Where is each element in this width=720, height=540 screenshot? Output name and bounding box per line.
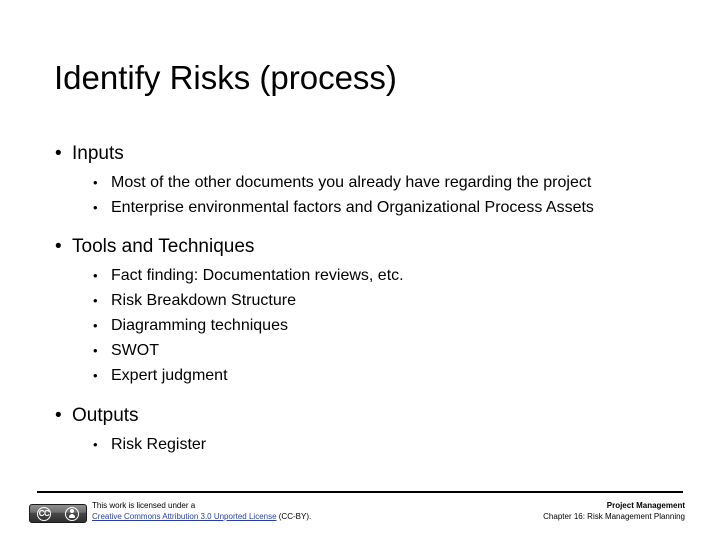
sublist-inputs: • Most of the other documents you alread… [0,170,720,220]
footer-course-info: Project Management Chapter 16: Risk Mana… [543,500,685,522]
bullet-marker-icon: • [93,175,98,190]
outline-body: • Inputs • Most of the other documents y… [0,140,720,457]
creative-commons-badge-icon[interactable]: CC [29,504,87,523]
footer-chapter-title: Chapter 16: Risk Management Planning [543,512,685,521]
bullet-level1-tools-and-techniques[interactable]: • Tools and Techniques [0,233,720,260]
outline-section-outputs: • Outputs • Risk Register [0,402,720,457]
bullet-marker-icon: • [93,437,98,452]
bullet-marker-icon: • [93,318,98,333]
bullet-level1-inputs[interactable]: • Inputs [0,140,720,167]
license-line-1: This work is licensed under a [92,501,196,510]
sublist-outputs: • Risk Register [0,432,720,457]
bullet-marker-icon: • [93,343,98,358]
bullet-level2-label: Fact finding: Documentation reviews, etc… [111,267,404,284]
cc-by-person-head [70,509,74,514]
license-notice: This work is licensed under a Creative C… [92,501,311,522]
bullet-level2-item[interactable]: • Enterprise environmental factors and O… [0,195,720,220]
bullet-level2-item[interactable]: • SWOT [0,338,720,363]
cc-by-person-torso [69,513,75,519]
bullet-marker-icon: • [55,143,62,164]
bullet-level1-label: Outputs [72,405,139,426]
footer-divider [37,491,683,493]
license-line-2: Creative Commons Attribution 3.0 Unporte… [92,512,311,523]
footer-course-title: Project Management [606,501,685,510]
bullet-marker-icon: • [55,236,62,257]
page-title: Identify Risks (process) [54,59,397,96]
bullet-level2-label: Risk Register [111,436,207,453]
bullet-level2-label: Risk Breakdown Structure [111,292,296,309]
outline-section-tools-and-techniques: • Tools and Techniques • Fact finding: D… [0,233,720,388]
license-suffix: (CC-BY). [276,511,312,521]
bullet-level2-item[interactable]: • Fact finding: Documentation reviews, e… [0,263,720,288]
bullet-level2-item[interactable]: • Risk Register [0,432,720,457]
bullet-marker-icon: • [93,268,98,283]
bullet-marker-icon: • [93,293,98,308]
slide: Identify Risks (process) • Inputs • Most… [0,0,720,540]
bullet-level2-label: Diagramming techniques [111,317,288,334]
creative-commons-license-link[interactable]: Creative Commons Attribution 3.0 Unporte… [92,512,277,521]
bullet-level2-label: Most of the other documents you already … [111,174,592,191]
bullet-level1-label: Inputs [72,143,124,164]
bullet-marker-icon: • [93,200,98,215]
cc-by-person-icon [65,506,79,521]
bullet-level2-item[interactable]: • Risk Breakdown Structure [0,288,720,313]
cc-logo-icon: CC [37,506,51,521]
bullet-level2-label: Expert judgment [111,367,228,384]
bullet-level2-item[interactable]: • Diagramming techniques [0,313,720,338]
bullet-level2-item[interactable]: • Expert judgment [0,363,720,388]
bullet-level1-label: Tools and Techniques [72,236,255,257]
bullet-level1-outputs[interactable]: • Outputs [0,402,720,429]
bullet-marker-icon: • [55,405,62,426]
outline-section-inputs: • Inputs • Most of the other documents y… [0,140,720,220]
bullet-marker-icon: • [93,368,98,383]
sublist-tools-and-techniques: • Fact finding: Documentation reviews, e… [0,263,720,388]
bullet-level2-label: SWOT [111,342,159,359]
bullet-level2-item[interactable]: • Most of the other documents you alread… [0,170,720,195]
bullet-level2-label: Enterprise environmental factors and Org… [111,199,594,216]
